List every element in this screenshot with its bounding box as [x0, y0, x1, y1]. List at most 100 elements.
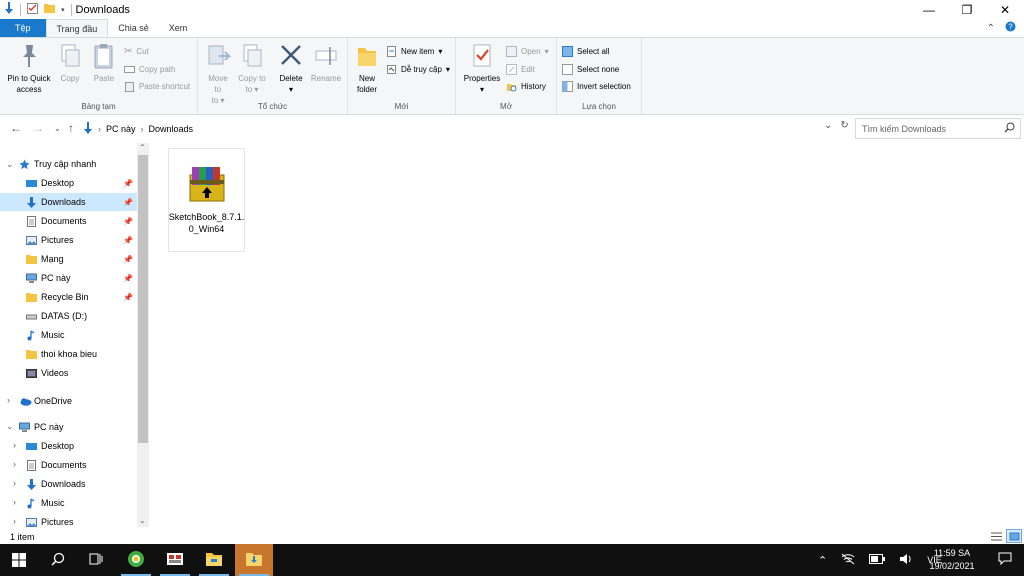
breadcrumb-downloads[interactable]: Downloads: [149, 124, 194, 134]
new-item-button[interactable]: New item ▾: [386, 44, 442, 58]
nav-scrollbar[interactable]: ⌃ ⌄: [137, 143, 149, 527]
refresh-icon[interactable]: ↻: [840, 120, 848, 131]
large-icons-view-button[interactable]: [1006, 529, 1022, 543]
star-icon: [19, 159, 30, 170]
rename-button[interactable]: Rename: [308, 42, 344, 84]
nav-quick-network[interactable]: Mạng 📌: [26, 250, 137, 268]
scroll-down-icon[interactable]: ⌄: [139, 516, 146, 525]
collapse-ribbon-icon[interactable]: ⌃: [987, 23, 995, 34]
qat-dropdown-icon[interactable]: ▾: [61, 6, 65, 14]
nav-quick-music[interactable]: Music: [26, 326, 137, 344]
copy-to-button[interactable]: Copy to to ▾: [238, 42, 266, 95]
properties-button[interactable]: Properties ▾: [460, 42, 504, 95]
tab-share[interactable]: Chia sẻ: [108, 19, 159, 37]
nav-quick-access[interactable]: Truy cập nhanh: [19, 155, 137, 173]
nav-quick-recycle-bin[interactable]: Recycle Bin 📌: [26, 288, 137, 306]
taskbar-app-tools[interactable]: [156, 544, 194, 576]
taskbar-active-app[interactable]: [235, 544, 273, 576]
nav-quick-this-pc[interactable]: PC này 📌: [26, 269, 137, 287]
nav-pc-downloads[interactable]: Downloads: [26, 475, 137, 493]
delete-button[interactable]: Delete ▾: [276, 42, 306, 95]
paste-button[interactable]: Paste: [88, 42, 120, 84]
details-view-button[interactable]: [988, 529, 1004, 543]
select-none-button[interactable]: Select none: [562, 62, 619, 76]
scroll-up-icon[interactable]: ⌃: [139, 143, 146, 152]
nav-quick-desktop[interactable]: Desktop 📌: [26, 174, 137, 192]
nav-quick-videos[interactable]: Videos: [26, 364, 137, 382]
easy-access-button[interactable]: Dễ truy cập ▾: [386, 62, 450, 76]
nav-quick-documents[interactable]: Documents 📌: [26, 212, 137, 230]
pin-icon: 📌: [123, 178, 133, 188]
search-input[interactable]: Tìm kiếm Downloads: [855, 118, 1021, 139]
open-group: Properties ▾ Open ▾ Edit History Mở: [456, 38, 557, 114]
nav-pc-music[interactable]: Music: [26, 494, 137, 512]
recent-locations-chevron-icon[interactable]: ⌄: [54, 124, 61, 133]
breadcrumb-this-pc[interactable]: PC này: [106, 124, 136, 134]
chevron-right-icon[interactable]: ›: [13, 497, 16, 507]
battery-icon[interactable]: [869, 554, 886, 566]
minimize-button[interactable]: —: [910, 0, 948, 19]
chevron-down-icon[interactable]: ⌄: [6, 421, 14, 432]
properties-checkbox-icon[interactable]: [27, 2, 38, 17]
nav-quick-pictures[interactable]: Pictures 📌: [26, 231, 137, 249]
nav-scroll-thumb[interactable]: [138, 155, 148, 443]
chevron-down-icon[interactable]: ⌄: [6, 159, 14, 170]
close-button[interactable]: ✕: [986, 0, 1024, 19]
search-button[interactable]: [39, 544, 77, 576]
history-button[interactable]: History: [506, 79, 546, 93]
chevron-right-icon[interactable]: ›: [13, 516, 16, 526]
select-all-button[interactable]: Select all: [562, 44, 609, 58]
nav-pc-pictures[interactable]: Pictures: [26, 513, 137, 529]
app-tools-icon: [166, 550, 184, 571]
start-button[interactable]: [0, 544, 38, 576]
open-icon: [506, 45, 517, 57]
new-folder-qat-icon[interactable]: [44, 3, 55, 16]
nav-quick-downloads[interactable]: Downloads 📌: [0, 193, 137, 211]
download-arrow-icon: [26, 478, 37, 490]
tab-view[interactable]: Xem: [159, 19, 198, 37]
nav-pc-documents[interactable]: Documents: [26, 456, 137, 474]
address-row: ← → ⌄ ↑ › PC này › Downloads ⌄ ↻ Tìm kiế…: [0, 116, 1024, 141]
taskbar-app-browser[interactable]: [117, 544, 155, 576]
volume-icon[interactable]: [899, 553, 913, 567]
tab-file[interactable]: Tệp: [0, 19, 46, 37]
file-item[interactable]: SketchBook_8.7.1.0_Win64: [168, 148, 245, 252]
clock[interactable]: 11:59 SA 19/02/2021: [920, 547, 984, 573]
nav-this-pc[interactable]: PC này: [19, 418, 137, 436]
notifications-button[interactable]: [986, 544, 1024, 576]
new-folder-button[interactable]: New folder: [352, 42, 382, 95]
edit-button[interactable]: Edit: [506, 62, 535, 76]
paste-shortcut-button[interactable]: Paste shortcut: [124, 79, 190, 93]
pin-quick-access-button[interactable]: Pin to Quick access: [4, 42, 54, 95]
copy-path-button[interactable]: Copy path: [124, 62, 175, 76]
nav-pc-desktop[interactable]: Desktop: [26, 437, 137, 455]
taskbar-file-explorer[interactable]: [195, 544, 233, 576]
network-disconnected-icon[interactable]: [841, 553, 855, 567]
restore-button[interactable]: ❐: [948, 0, 986, 19]
invert-selection-button[interactable]: Invert selection: [562, 79, 631, 93]
help-icon[interactable]: ?: [1005, 21, 1016, 35]
open-button[interactable]: Open ▾: [506, 44, 549, 58]
forward-arrow-icon[interactable]: →: [32, 121, 44, 135]
select-group: Select all Select none Invert selection …: [557, 38, 642, 114]
cut-button[interactable]: ✂ Cut: [124, 44, 149, 58]
nav-quick-datas-drive[interactable]: DATAS (D:): [26, 307, 137, 325]
up-arrow-icon[interactable]: ↑: [68, 121, 74, 135]
nav-quick-thoi-khoa-bieu[interactable]: thoi khoa bieu: [26, 345, 137, 363]
back-arrow-icon[interactable]: ←: [10, 121, 22, 135]
edit-icon: [506, 63, 517, 75]
address-dropdown-icon[interactable]: ⌄: [824, 120, 832, 131]
folder-icon: [26, 292, 37, 303]
chevron-right-icon[interactable]: ›: [13, 440, 16, 450]
tab-home[interactable]: Trang đầu: [45, 19, 109, 37]
task-view-button[interactable]: [77, 544, 115, 576]
tray-overflow-chevron-icon[interactable]: ⌃: [818, 554, 827, 567]
nav-onedrive[interactable]: OneDrive: [19, 392, 137, 410]
address-bar[interactable]: › PC này › Downloads: [83, 119, 853, 138]
chevron-right-icon[interactable]: ›: [13, 478, 16, 488]
file-explorer-icon: [205, 551, 223, 570]
copy-button[interactable]: Copy: [56, 42, 84, 84]
chevron-right-icon[interactable]: ›: [13, 459, 16, 469]
move-to-button[interactable]: Move to to ▾: [204, 42, 232, 106]
chevron-right-icon[interactable]: ›: [7, 395, 10, 405]
